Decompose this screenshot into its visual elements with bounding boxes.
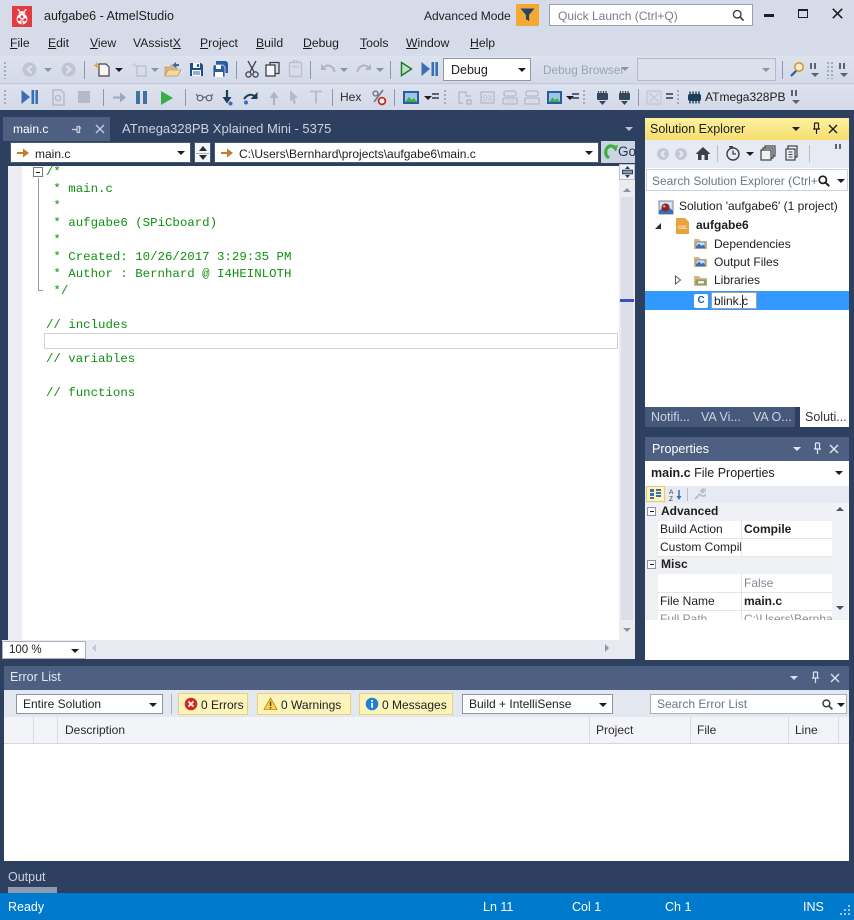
svg-text:0X: 0X bbox=[483, 94, 493, 103]
svg-text:A: A bbox=[669, 489, 674, 496]
svg-text:Z: Z bbox=[669, 496, 673, 501]
